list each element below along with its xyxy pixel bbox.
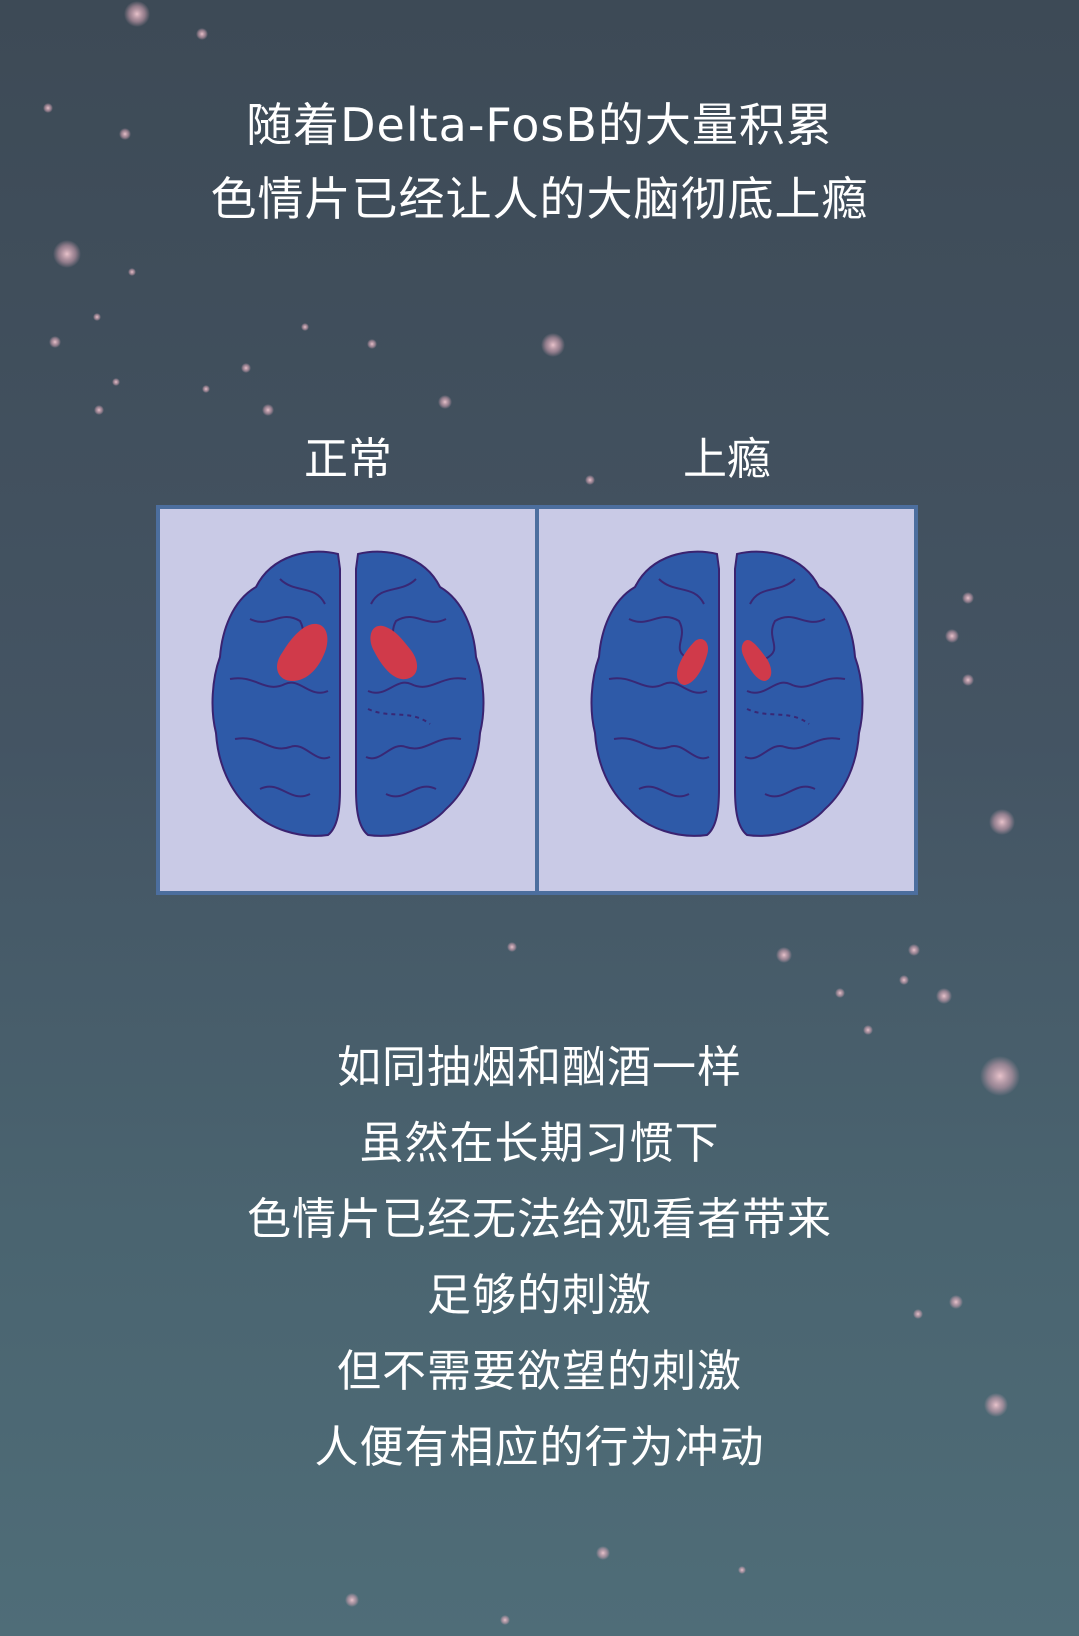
normal-brain-illustration bbox=[211, 550, 485, 837]
body-line-2: 虽然在长期习惯下 bbox=[359, 1118, 720, 1169]
body-line-4: 足够的刺激 bbox=[427, 1270, 652, 1321]
right-hemisphere bbox=[734, 550, 864, 837]
heading-line-1: 随着Delta-FosB的大量积累 bbox=[246, 98, 833, 152]
body-line-1: 如同抽烟和酗酒一样 bbox=[337, 1042, 742, 1093]
right-hemisphere bbox=[355, 550, 485, 837]
left-hemisphere bbox=[590, 550, 720, 837]
addicted-brain-panel bbox=[535, 509, 914, 891]
body-line-3: 色情片已经无法给观看者带来 bbox=[247, 1194, 832, 1245]
left-hemisphere bbox=[211, 550, 341, 837]
normal-brain-panel bbox=[160, 509, 535, 891]
normal-label: 正常 bbox=[304, 434, 392, 485]
addicted-label: 上瘾 bbox=[683, 434, 771, 485]
brain-comparison-figure bbox=[156, 505, 918, 895]
body-line-5: 但不需要欲望的刺激 bbox=[337, 1346, 742, 1397]
heading-line-2: 色情片已经让人的大脑彻底上瘾 bbox=[210, 172, 869, 226]
body-line-6: 人便有相应的行为冲动 bbox=[314, 1422, 765, 1473]
body-text: 如同抽烟和酗酒一样 虽然在长期习惯下 色情片已经无法给观看者带来 足够的刺激 但… bbox=[0, 1030, 1079, 1486]
heading: 随着Delta-FosB的大量积累 色情片已经让人的大脑彻底上瘾 bbox=[0, 88, 1079, 236]
addicted-brain-illustration bbox=[590, 550, 864, 837]
figure-labels: 正常 上瘾 bbox=[0, 430, 1079, 490]
